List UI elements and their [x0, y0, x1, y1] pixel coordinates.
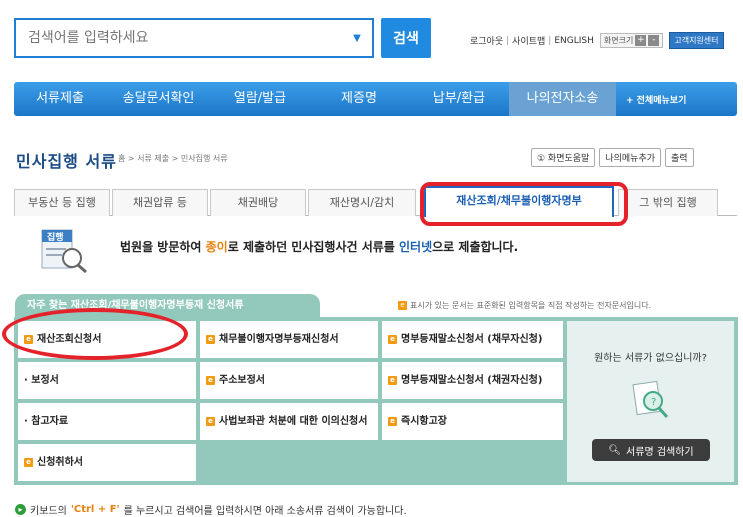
zoom-out-button[interactable]: -	[648, 35, 660, 46]
doc-label: 채무불이행자명부등재신청서	[219, 334, 339, 345]
intro-text-part: 으로 제출합니다.	[432, 240, 519, 254]
tab-claim-seizure[interactable]: 채권압류 등	[112, 189, 208, 216]
e-document-icon: e	[388, 376, 397, 385]
document-search-icon: ?	[632, 380, 669, 418]
doc-label: 주소보정서	[219, 375, 265, 386]
zoom-in-button[interactable]: +	[635, 35, 647, 46]
doc-asset-inquiry[interactable]: e 재산조회신청서	[18, 321, 196, 358]
help-button[interactable]: ① 화면도움말	[531, 148, 596, 167]
e-document-icon: e	[206, 335, 215, 344]
doc-correction[interactable]: · 보정서	[18, 362, 196, 399]
doc-default-registry[interactable]: e 채무불이행자명부등재신청서	[200, 321, 378, 358]
intro-icon-label: 집행	[47, 233, 64, 243]
doc-label: 명부등재말소신청서 (채권자신청)	[401, 375, 543, 386]
tip-text: 를 누르시고 검색어를 입력하시면 아래 소송서류 검색이 가능합니다.	[123, 506, 407, 517]
doc-label: 신청취하서	[37, 457, 83, 468]
print-button[interactable]: 출력	[665, 148, 694, 167]
nav-item-view-issue[interactable]: 열람/발급	[211, 82, 309, 116]
doc-label: · 보정서	[24, 375, 59, 386]
e-document-icon: e	[388, 335, 397, 344]
e-document-icon: e	[24, 458, 33, 467]
e-document-icon: e	[206, 376, 215, 385]
tab-other-enforcement[interactable]: 그 밖의 집행	[618, 189, 718, 216]
zoom-label: 화면크기	[603, 36, 634, 45]
e-document-icon: e	[398, 301, 407, 310]
legend-note: e 표시가 있는 문서는 표준화된 입력항목을 직접 작성하는 전자문서입니다.	[398, 300, 651, 311]
search-button[interactable]: 검색	[381, 18, 431, 58]
dropdown-arrow-icon[interactable]: ▼	[342, 33, 372, 44]
zoom-control: 화면크기 + -	[599, 33, 664, 48]
doc-registry-cancel-debtor[interactable]: e 명부등재말소신청서 (채무자신청)	[382, 321, 563, 358]
e-document-icon: e	[24, 335, 33, 344]
breadcrumb: 홈 > 서류 제출 > 민사집행 서류	[118, 154, 228, 163]
document-search-button[interactable]: 🔍︎ 서류명 검색하기	[592, 439, 710, 461]
shortcut-key: 'Ctrl + F'	[70, 504, 120, 515]
intro-highlight-internet: 인터넷	[399, 240, 433, 254]
doc-label: · 참고자료	[24, 416, 69, 427]
add-my-menu-button[interactable]: 나의메뉴추가	[599, 148, 662, 167]
nav-item-submit[interactable]: 서류제출	[14, 82, 106, 116]
page-title: 민사집행 서류	[16, 152, 117, 171]
page-tools: ① 화면도움말 나의메뉴추가 출력	[531, 148, 694, 167]
doc-label: 명부등재말소신청서 (채무자신청)	[401, 334, 543, 345]
search-side-box: 원하는 서류가 없으십니까? ? 🔍︎ 서류명 검색하기	[567, 321, 734, 482]
separator: |	[548, 35, 552, 46]
nav-item-payment[interactable]: 납부/환급	[409, 82, 509, 116]
tab-real-estate[interactable]: 부동산 등 집행	[14, 189, 110, 216]
search-icon: 🔍︎	[608, 444, 622, 456]
search-box: ▼	[14, 18, 374, 58]
help-center-button[interactable]: 고객지원센터	[669, 32, 724, 49]
tab-bar: 부동산 등 집행 채권압류 등 채권배당 재산명시/감치 재산조회/채무불이행자…	[14, 186, 737, 217]
tab-asset-inquiry[interactable]: 재산조회/채무불이행자명부	[424, 186, 614, 217]
nav-item-my-case[interactable]: 나의전자소송	[509, 82, 616, 116]
doc-label: 재산조회신청서	[37, 334, 102, 345]
keyboard-tip: ▸ 키보드의 'Ctrl + F' 를 누르시고 검색어를 입력하시면 아래 소송…	[15, 502, 407, 517]
svg-text:?: ?	[651, 397, 656, 408]
doc-immediate-appeal[interactable]: e 즉시항고장	[382, 403, 563, 440]
english-link[interactable]: ENGLISH	[554, 36, 594, 46]
tip-text: 키보드의	[30, 506, 67, 517]
intro-text-part: 법원을 방문하여	[120, 240, 206, 254]
doc-address-correction[interactable]: e 주소보정서	[200, 362, 378, 399]
nav-item-certificate[interactable]: 제증명	[309, 82, 409, 116]
intro-text-part: 로 제출하던 민사집행사건 서류를	[227, 240, 400, 254]
doc-reference[interactable]: · 참고자료	[18, 403, 196, 440]
e-document-icon: e	[206, 417, 215, 426]
doc-label: 사법보좌관 처분에 대한 이의신청서	[219, 416, 368, 427]
doc-label: 즉시항고장	[401, 416, 447, 427]
doc-withdrawal[interactable]: e 신청취하서	[18, 444, 196, 481]
all-menu-link[interactable]: + 전체메뉴보기	[616, 93, 686, 106]
tab-distribution[interactable]: 채권배당	[210, 189, 306, 216]
side-button-label: 서류명 검색하기	[626, 446, 694, 458]
tab-asset-disclosure[interactable]: 재산명시/감치	[308, 189, 416, 216]
search-input[interactable]	[16, 20, 342, 56]
side-question: 원하는 서류가 없으십니까?	[594, 353, 707, 364]
doc-registry-cancel-creditor[interactable]: e 명부등재말소신청서 (채권자신청)	[382, 362, 563, 399]
intro-highlight-paper: 종이	[205, 240, 228, 254]
doc-objection[interactable]: e 사법보좌관 처분에 대한 이의신청서	[200, 403, 378, 440]
legend-text: 표시가 있는 문서는 표준화된 입력항목을 직접 작성하는 전자문서입니다.	[410, 301, 652, 310]
sitemap-link[interactable]: 사이트맵	[512, 34, 545, 47]
e-document-icon: e	[388, 417, 397, 426]
main-nav: 서류제출 송달문서확인 열람/발급 제증명 납부/환급 나의전자소송 + 전체메…	[14, 82, 737, 116]
utility-links: 로그아웃 | 사이트맵 | ENGLISH 화면크기 + - 고객지원센터	[470, 32, 724, 49]
nav-item-delivery[interactable]: 송달문서확인	[106, 82, 211, 116]
logout-link[interactable]: 로그아웃	[470, 34, 503, 47]
panel-title: 자주 찾는 재산조회/채무불이행자명부등재 신청서류	[15, 294, 320, 318]
separator: |	[506, 35, 510, 46]
intro-text: 법원을 방문하여 종이로 제출하던 민사집행사건 서류를 인터넷으로 제출합니다…	[120, 238, 518, 255]
arrow-circle-icon: ▸	[15, 504, 26, 515]
